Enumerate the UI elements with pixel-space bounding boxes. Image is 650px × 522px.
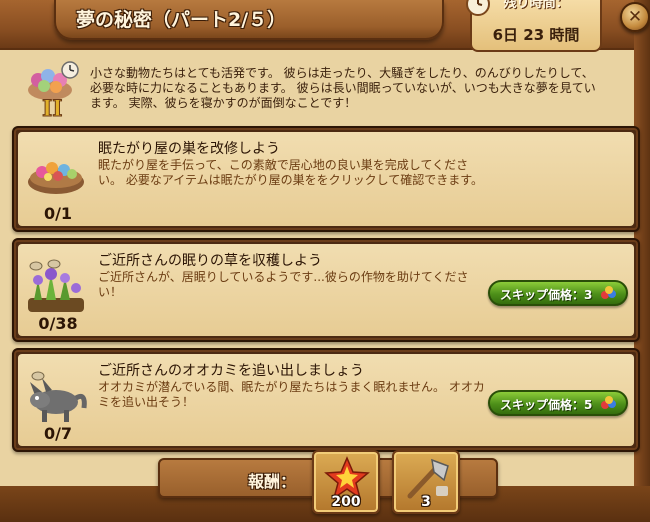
quest-progress: 0/38 xyxy=(38,314,78,333)
gem-icon xyxy=(600,285,618,301)
wolf-icon xyxy=(24,368,88,426)
reward-slot-star[interactable]: 200 xyxy=(312,450,380,514)
quest-progress: 0/1 xyxy=(43,204,73,223)
reward-count: 3 xyxy=(421,494,431,510)
reward-slot-axe[interactable]: 3 xyxy=(392,450,460,514)
intro-description: 小さな動物たちはとても活発です。 彼らは走ったり、大騒ぎをしたり、のんびりしたり… xyxy=(90,66,596,110)
quest-card-grass: 0/38 ご近所さんの眠りの草を収穫しよう ご近所さんが、居眠りしているようです… xyxy=(12,238,640,342)
quest-card-wolf: 0/7 ご近所さんのオオカミを追い出しましょう オオカミが潜んでいる間、眠たがり… xyxy=(12,348,640,452)
gem-icon xyxy=(600,395,618,411)
quest-description: 眠たがり屋を手伝って、この素敵で居心地の良い巣を完成してください。 必要なアイテ… xyxy=(98,158,484,187)
quest-line-icon: II xyxy=(20,60,84,123)
time-remaining-box: 残り時間： 6日 23 時間 xyxy=(470,0,602,52)
time-remaining-value: 6日 23 時間 xyxy=(492,26,580,44)
quest-card-body: 0/38 ご近所さんの眠りの草を収穫しよう ご近所さんが、居眠りしているようです… xyxy=(18,244,634,336)
quest-card-body: 0/7 ご近所さんのオオカミを追い出しましょう オオカミが潜んでいる間、眠たがり… xyxy=(18,354,634,446)
sleepy-grass-icon xyxy=(24,258,88,316)
quest-title: ご近所さんの眠りの草を収穫しよう xyxy=(98,253,322,269)
nest-icon xyxy=(24,146,88,204)
quest-progress: 0/7 xyxy=(43,424,73,443)
clock-icon xyxy=(466,0,490,16)
quest-card-nest: 0/1 眠たがり屋の巣を改修しよう 眠たがり屋を手伝って、この素敵で居心地の良い… xyxy=(12,126,640,232)
close-icon: ✕ xyxy=(627,7,643,27)
reward-count: 200 xyxy=(331,494,361,510)
time-remaining-label: 残り時間： xyxy=(503,0,569,11)
chapter-badge: II xyxy=(42,96,63,122)
quest-title: 眠たがり屋の巣を改修しよう xyxy=(98,141,280,157)
skip-button[interactable]: スキップ価格：3 xyxy=(488,280,628,306)
quest-description: ご近所さんが、居眠りしているようです...彼らの作物を助けてください！ xyxy=(98,270,469,299)
reward-label: 報酬： xyxy=(248,472,297,491)
window-title: 夢の秘密（パート2/５） xyxy=(76,9,287,31)
title-plank: 夢の秘密（パート2/５） xyxy=(54,0,444,40)
skip-price-label: スキップ価格：5 xyxy=(500,398,593,412)
quest-title: ご近所さんのオオカミを追い出しましょう xyxy=(98,363,364,379)
skip-button[interactable]: スキップ価格：5 xyxy=(488,390,628,416)
quest-description: オオカミが潜んでいる間、眠たがり屋たちはうまく眠れません。 オオカミを追い出そう… xyxy=(98,380,485,409)
skip-price-label: スキップ価格：3 xyxy=(500,288,593,302)
close-button[interactable]: ✕ xyxy=(620,2,650,32)
quest-card-body: 0/1 眠たがり屋の巣を改修しよう 眠たがり屋を手伝って、この素敵で居心地の良い… xyxy=(18,132,634,226)
